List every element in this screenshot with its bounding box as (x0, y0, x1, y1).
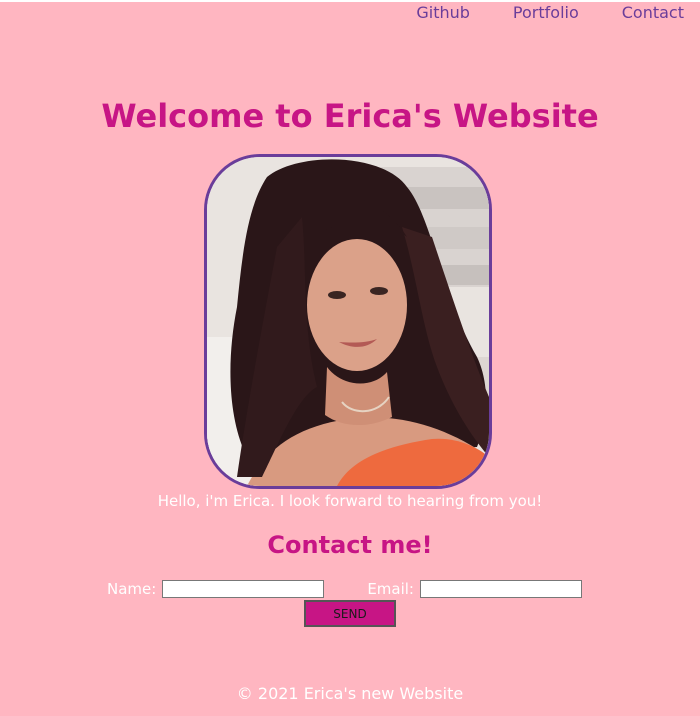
intro-text: Hello, i'm Erica. I look forward to hear… (157, 492, 543, 510)
top-border (0, 0, 700, 2)
top-nav: Github Portfolio Contact (416, 4, 684, 22)
profile-photo-image (207, 157, 489, 486)
page: Github Portfolio Contact Welcome to Eric… (0, 0, 700, 716)
name-input[interactable] (162, 580, 325, 598)
profile-photo (204, 154, 492, 489)
nav-link-contact[interactable]: Contact (622, 4, 684, 22)
nav-link-github[interactable]: Github (416, 4, 470, 22)
name-label: Name: (107, 580, 157, 598)
send-button[interactable]: SEND (304, 600, 396, 627)
page-title: Welcome to Erica's Website (101, 97, 599, 135)
nav-link-portfolio[interactable]: Portfolio (513, 4, 579, 22)
contact-form: Name: Email: (107, 580, 582, 598)
footer-text: © 2021 Erica's new Website (236, 684, 464, 703)
email-label: Email: (367, 580, 414, 598)
email-input[interactable] (419, 580, 582, 598)
contact-heading: Contact me! (267, 531, 433, 559)
